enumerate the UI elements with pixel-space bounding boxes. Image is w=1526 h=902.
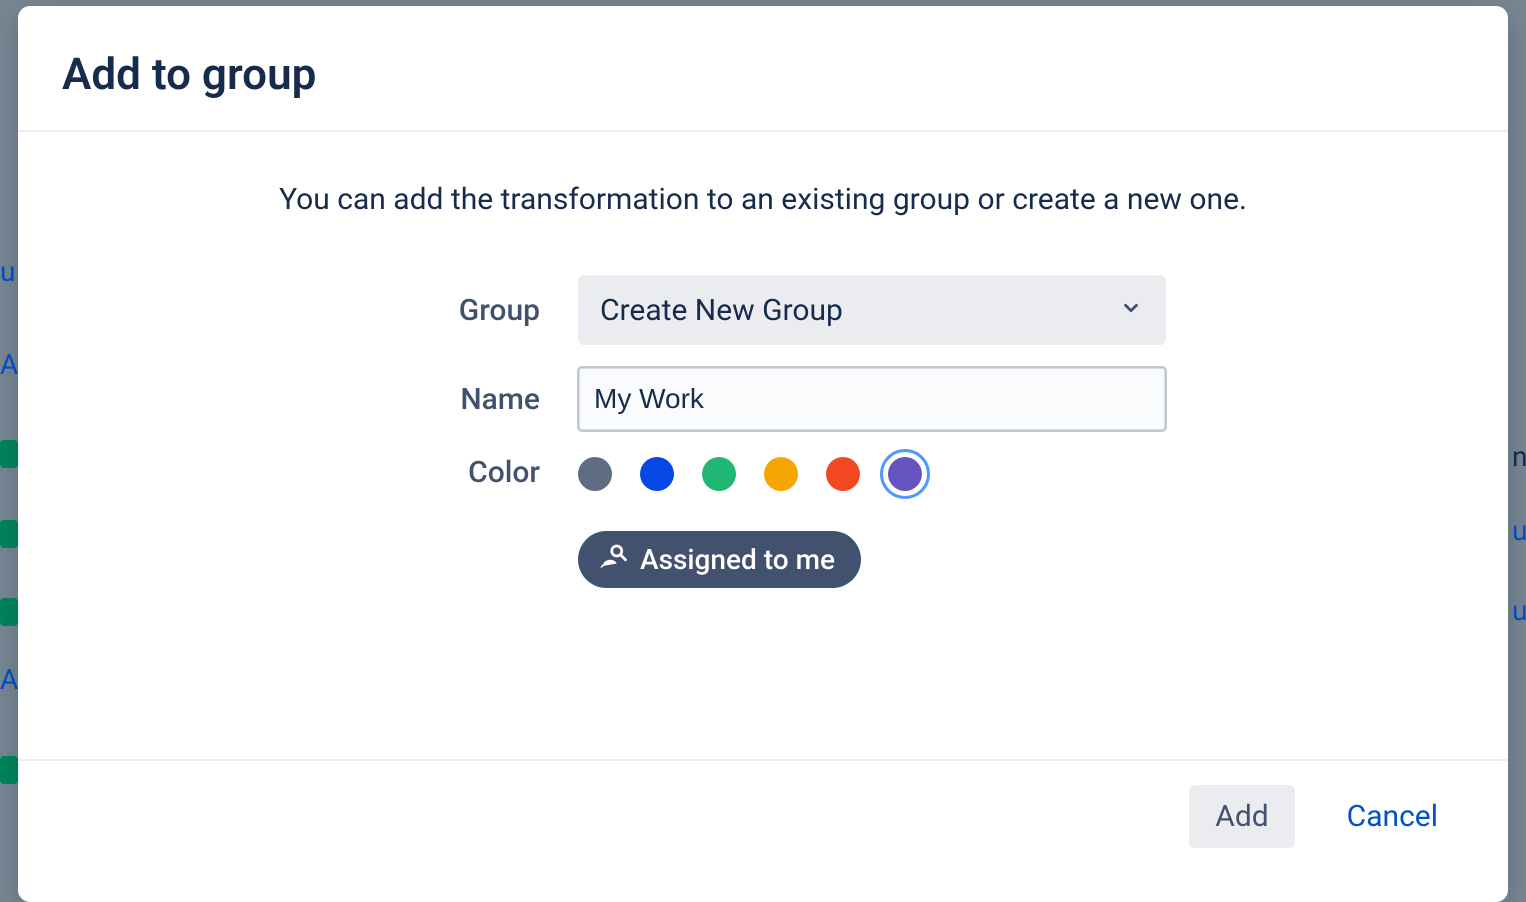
color-swatch-red[interactable] [826,457,860,491]
color-swatch-blue[interactable] [640,457,674,491]
assigned-to-me-tag[interactable]: Assigned to me [578,531,861,588]
modal-description: You can add the transformation to an exi… [279,182,1247,217]
color-swatch-gray[interactable] [578,457,612,491]
color-swatches [578,453,922,491]
add-to-group-modal: Add to group You can add the transformat… [18,6,1508,902]
form-rows: Group Create New Group Name Color [360,275,1166,588]
cancel-button[interactable]: Cancel [1321,785,1464,848]
tag-row: Assigned to me [360,513,1166,588]
name-input[interactable] [578,367,1166,431]
modal-body: You can add the transformation to an exi… [18,132,1508,759]
tag-label: Assigned to me [640,543,835,576]
person-search-icon [598,541,628,578]
name-row: Name [360,367,1166,431]
group-select[interactable]: Create New Group [578,275,1166,345]
group-select-value: Create New Group [600,293,843,328]
name-label: Name [360,382,540,417]
color-label: Color [360,455,540,490]
group-label: Group [360,293,540,328]
add-button[interactable]: Add [1189,785,1294,848]
modal-header: Add to group [18,6,1508,132]
modal-footer: Add Cancel [18,759,1508,902]
color-swatch-orange[interactable] [764,457,798,491]
chevron-down-icon [1120,297,1142,323]
color-row: Color [360,453,1166,491]
modal-title: Add to group [62,48,1464,100]
group-row: Group Create New Group [360,275,1166,345]
color-swatch-purple[interactable] [888,457,922,491]
color-swatch-green[interactable] [702,457,736,491]
